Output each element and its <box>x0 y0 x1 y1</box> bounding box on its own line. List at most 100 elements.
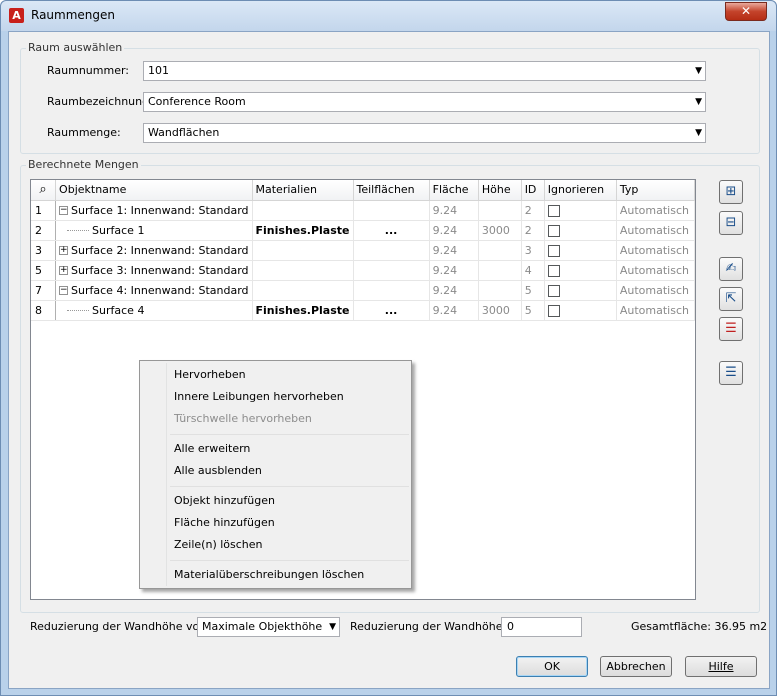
menu-item-clear-material-overrides[interactable]: Materialüberschreibungen löschen <box>174 568 364 581</box>
height-cell <box>478 260 522 281</box>
material-list-icon[interactable]: ☰ <box>719 361 743 385</box>
area-cell: 9.24 <box>429 260 479 281</box>
subarea-cell[interactable] <box>353 200 430 221</box>
type-cell[interactable]: Automatisch <box>616 280 696 301</box>
chevron-down-icon: ▼ <box>329 622 336 632</box>
table-row[interactable]: 2 Surface 1 Finishes.Plaste... 9.24 3000 2 Aut… <box>31 220 696 241</box>
object-name-text: Surface 4 <box>92 303 145 317</box>
reduce-from-combo[interactable]: Maximale Objekthöhe ▼ <box>197 617 340 637</box>
chevron-down-icon: ▼ <box>695 97 702 107</box>
ok-button[interactable]: OK <box>516 656 588 677</box>
table-header-row: ⌕ Objektname Materialien Teilflächen Flä… <box>31 180 696 201</box>
row-number[interactable]: 7 <box>31 280 57 301</box>
table-row[interactable]: 1− Surface 1: Innenwand: Standard 9.24 2 Aut… <box>31 200 696 221</box>
table-row[interactable]: 3 + Surface 2: Innenwand: Standard 9.24 3 Aut… <box>31 240 696 261</box>
row-number[interactable]: 3 <box>31 240 57 261</box>
menu-item-highlight[interactable]: Hervorheben <box>174 368 246 381</box>
room-select-group-label: Raum auswählen <box>26 41 125 54</box>
table-row[interactable]: 5 + Surface 3: Innenwand: Standard 9.24 4 Aut… <box>31 260 696 281</box>
subarea-cell[interactable] <box>353 260 430 281</box>
select-object-icon[interactable]: ⇱ <box>719 287 743 311</box>
subarea-cell[interactable]: ... <box>353 220 430 241</box>
expand-node-icon[interactable]: + <box>59 246 69 255</box>
column-header-materials[interactable]: Materialien <box>252 180 354 201</box>
room-quantity-value: Wandflächen <box>148 126 220 139</box>
chevron-down-icon: ▼ <box>695 66 702 76</box>
collapse-all-icon[interactable]: ⊟ <box>719 211 743 235</box>
type-cell[interactable]: Automatisch <box>616 200 696 221</box>
material-cell[interactable] <box>252 260 354 281</box>
column-header-subareas[interactable]: Teilflächen <box>353 180 430 201</box>
column-header-id[interactable]: ID <box>521 180 545 201</box>
object-name-cell[interactable]: Surface 4 <box>55 300 253 321</box>
menu-item-add-object[interactable]: Objekt hinzufügen <box>174 494 275 507</box>
type-cell[interactable]: Automatisch <box>616 260 696 281</box>
row-number[interactable]: 1 <box>31 200 57 221</box>
cancel-button[interactable]: Abbrechen <box>600 656 672 677</box>
menu-item-highlight-reveals[interactable]: Innere Leibungen hervorheben <box>174 390 344 403</box>
ignore-cell <box>544 300 617 321</box>
type-cell[interactable]: Automatisch <box>616 220 696 241</box>
expand-all-icon[interactable]: ⊞ <box>719 180 743 204</box>
row-number[interactable]: 8 <box>31 300 57 321</box>
help-button[interactable]: Hilfe <box>685 656 757 677</box>
collapse-node-icon[interactable]: − <box>59 286 69 295</box>
delete-rows-icon[interactable]: ☰ <box>719 317 743 341</box>
ignore-checkbox[interactable] <box>547 244 560 257</box>
ignore-checkbox[interactable] <box>547 284 560 297</box>
highlight-icon[interactable]: ✍ <box>719 257 743 281</box>
subarea-cell[interactable]: ... <box>353 300 430 321</box>
object-name-cell[interactable]: + Surface 2: Innenwand: Standard <box>55 240 253 261</box>
menu-item-highlight-threshold: Türschwelle hervorheben <box>174 412 312 425</box>
table-row[interactable]: 8 Surface 4 Finishes.Plaste... 9.24 3000 5 Aut… <box>31 300 696 321</box>
room-number-combo[interactable]: 101 ▼ <box>143 61 706 81</box>
ignore-cell <box>544 280 617 301</box>
object-name-cell[interactable]: − Surface 1: Innenwand: Standard <box>55 200 253 221</box>
reduce-height-label: Reduzierung der Wandhöhe <box>350 620 503 633</box>
object-name-cell[interactable]: + Surface 3: Innenwand: Standard <box>55 260 253 281</box>
menu-item-collapse-all[interactable]: Alle ausblenden <box>174 464 262 477</box>
search-icon[interactable]: ⌕ <box>31 180 57 201</box>
room-quantity-combo[interactable]: Wandflächen ▼ <box>143 123 706 143</box>
height-cell: 3000 <box>478 300 522 321</box>
object-name-cell[interactable]: − Surface 4: Innenwand: Standard <box>55 280 253 301</box>
type-cell[interactable]: Automatisch <box>616 240 696 261</box>
ignore-cell <box>544 260 617 281</box>
ignore-checkbox[interactable] <box>547 204 560 217</box>
menu-item-expand-all[interactable]: Alle erweitern <box>174 442 250 455</box>
total-area-text: Gesamtfläche: 36.95 m2 <box>631 620 768 633</box>
material-cell[interactable] <box>252 200 354 221</box>
type-cell[interactable]: Automatisch <box>616 300 696 321</box>
row-number[interactable]: 2 <box>31 220 57 241</box>
material-cell[interactable]: Finishes.Plaste <box>252 220 354 241</box>
quantity-table: ⌕ Objektname Materialien Teilflächen Flä… <box>31 180 696 321</box>
reduce-height-input[interactable]: 0 <box>501 617 582 637</box>
ignore-checkbox[interactable] <box>547 304 560 317</box>
calculated-group-label: Berechnete Mengen <box>26 158 141 171</box>
ignore-checkbox[interactable] <box>547 224 560 237</box>
subarea-cell[interactable] <box>353 280 430 301</box>
column-header-ignore[interactable]: Ignorieren <box>544 180 617 201</box>
object-name-cell[interactable]: Surface 1 <box>55 220 253 241</box>
expand-node-icon[interactable]: + <box>59 266 69 275</box>
menu-separator <box>170 486 409 487</box>
ignore-checkbox[interactable] <box>547 264 560 277</box>
room-quantity-label: Raummenge: <box>47 126 121 139</box>
table-row[interactable]: 7− Surface 4: Innenwand: Standard 9.24 5 Aut… <box>31 280 696 301</box>
area-cell: 9.24 <box>429 220 479 241</box>
column-header-type[interactable]: Typ <box>616 180 696 201</box>
column-header-height[interactable]: Höhe <box>478 180 522 201</box>
column-header-area[interactable]: Fläche <box>429 180 479 201</box>
material-cell[interactable]: Finishes.Plaste <box>252 300 354 321</box>
id-cell: 2 <box>521 200 545 221</box>
menu-item-add-area[interactable]: Fläche hinzufügen <box>174 516 275 529</box>
menu-item-delete-rows[interactable]: Zeile(n) löschen <box>174 538 263 551</box>
column-header-name[interactable]: Objektname <box>55 180 253 201</box>
subarea-cell[interactable] <box>353 240 430 261</box>
row-number[interactable]: 5 <box>31 260 57 281</box>
collapse-node-icon[interactable]: − <box>59 206 69 215</box>
room-name-combo[interactable]: Conference Room ▼ <box>143 92 706 112</box>
material-cell[interactable] <box>252 280 354 301</box>
material-cell[interactable] <box>252 240 354 261</box>
close-button[interactable]: ✕ <box>725 2 767 21</box>
